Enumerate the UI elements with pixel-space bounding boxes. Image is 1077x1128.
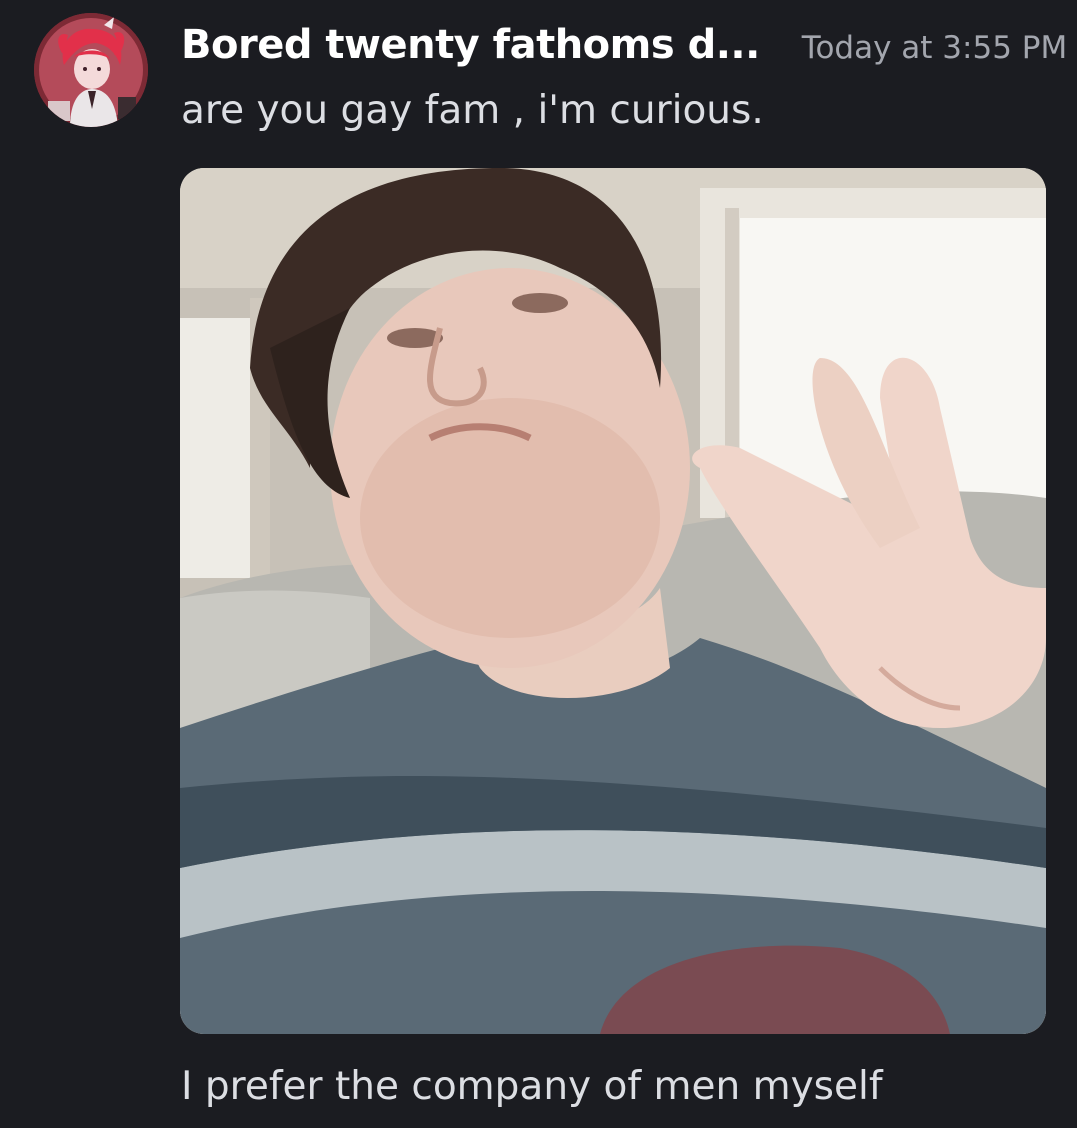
username[interactable]: Bored twenty fathoms d... [181, 22, 760, 68]
message-text: I prefer the company of men myself [181, 1064, 883, 1109]
chat-message: Bored twenty fathoms d... Today at 3:55 … [0, 0, 1077, 1128]
timestamp: Today at 3:55 PM [801, 30, 1068, 66]
image-attachment-icon[interactable] [180, 168, 1046, 1034]
user-avatar-icon[interactable] [34, 13, 148, 127]
message-header: Bored twenty fathoms d... Today at 3:55 … [181, 22, 1067, 80]
message-text: are you gay fam , i'm curious. [181, 88, 764, 133]
